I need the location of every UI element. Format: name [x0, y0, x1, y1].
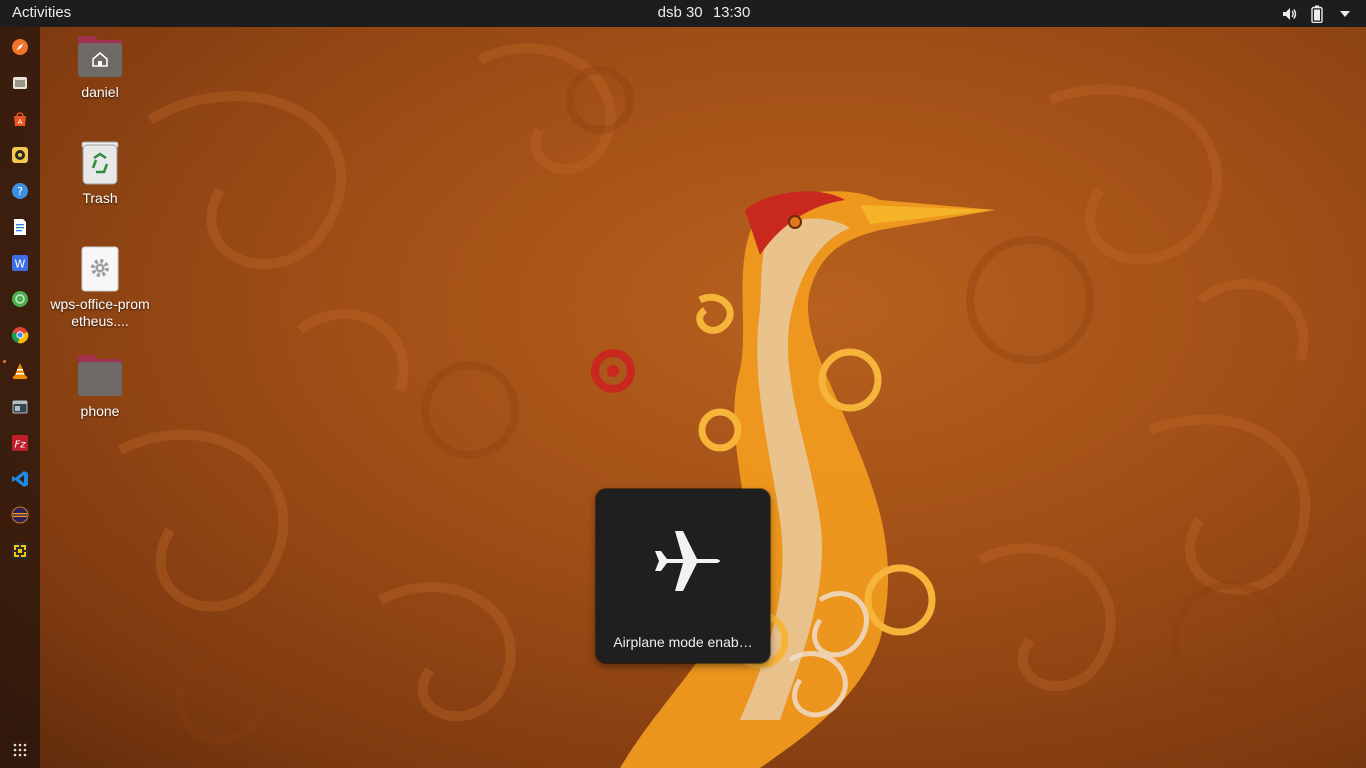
svg-text:Fz: Fz: [14, 440, 26, 451]
battery-icon[interactable]: [1308, 5, 1326, 23]
terminal-window-icon[interactable]: [10, 397, 30, 417]
help-icon[interactable]: ?: [10, 181, 30, 201]
desktop-icon-phone[interactable]: phone: [50, 353, 150, 420]
file-manager-icon[interactable]: [10, 73, 30, 93]
dock: A ? W Fz: [0, 27, 40, 768]
desktop-icon-label: daniel: [81, 84, 119, 100]
airplane-icon: [639, 519, 727, 607]
clock-day: dsb 30: [657, 4, 703, 21]
svg-text:W: W: [15, 258, 26, 271]
settings-file-icon: [76, 246, 124, 294]
compass-icon[interactable]: [10, 37, 30, 57]
rhythmbox-icon[interactable]: [10, 145, 30, 165]
svg-text:?: ?: [17, 185, 23, 198]
writer-icon[interactable]: [10, 217, 30, 237]
desktop-icon-label: Trash: [82, 190, 118, 206]
home-folder-icon: [76, 34, 124, 82]
clock-time: 13:30: [712, 4, 751, 21]
eclipse-icon[interactable]: [10, 505, 30, 525]
vlc-icon[interactable]: [10, 361, 30, 381]
desktop-screen: Activities dsb 30 13:30 A ? W Fz daniel …: [0, 0, 1366, 768]
chrome-icon[interactable]: [10, 325, 30, 345]
running-indicator: [3, 360, 6, 363]
filezilla-icon[interactable]: Fz: [10, 433, 30, 453]
speaker-icon[interactable]: [1280, 5, 1298, 23]
trash-icon: [76, 140, 124, 188]
folder-icon: [76, 353, 124, 401]
desktop-icon-label: phone: [80, 403, 120, 419]
chevron-down-icon[interactable]: [1336, 5, 1354, 23]
airplane-mode-osd: Airplane mode enab…: [596, 489, 770, 663]
clock: dsb 30 13:30: [0, 4, 1366, 21]
screenshot-icon[interactable]: [10, 541, 30, 561]
desktop-icon-trash[interactable]: Trash: [50, 140, 150, 207]
clock-button[interactable]: dsb 30 13:30: [655, 4, 754, 21]
system-menu[interactable]: [1280, 4, 1354, 23]
vscode-icon[interactable]: [10, 469, 30, 489]
svg-text:A: A: [18, 118, 23, 126]
wps-writer-icon[interactable]: W: [10, 253, 30, 273]
desktop-icon-wps-office[interactable]: wps-office-prometheus....: [50, 246, 150, 330]
desktop-icon-daniel[interactable]: daniel: [50, 34, 150, 101]
app-grid-icon[interactable]: [10, 740, 30, 760]
software-center-icon[interactable]: A: [10, 109, 30, 129]
desktop-icon-label: wps-office-prometheus....: [50, 296, 150, 329]
osd-label: Airplane mode enab…: [613, 634, 753, 650]
top-bar: Activities dsb 30 13:30: [0, 0, 1366, 27]
network-icon[interactable]: [10, 289, 30, 309]
